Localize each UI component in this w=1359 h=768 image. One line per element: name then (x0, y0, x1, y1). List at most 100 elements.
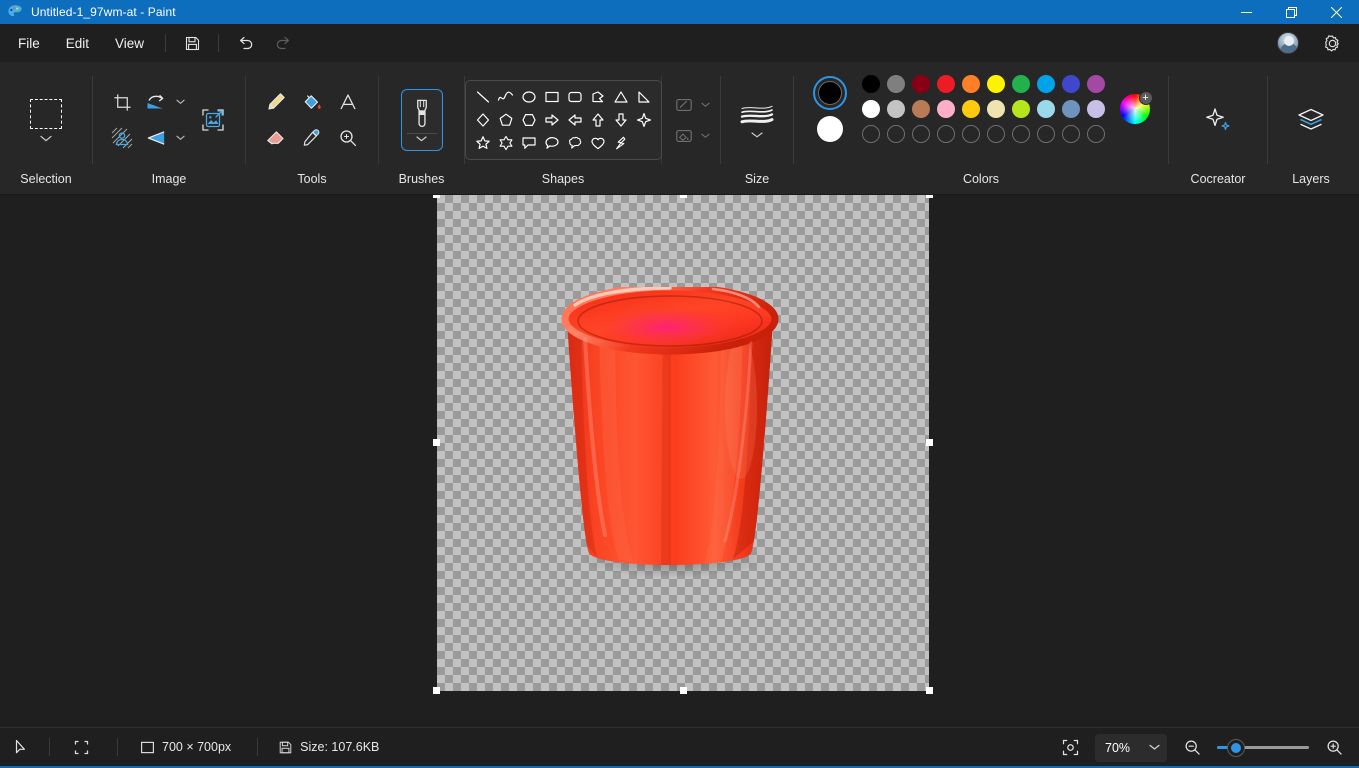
triangle-shape-button[interactable] (610, 86, 632, 108)
color-swatch-3-4[interactable] (934, 122, 958, 146)
edit-colors-button[interactable]: + (1120, 94, 1150, 124)
right-arrow-shape-button[interactable] (541, 109, 563, 131)
selection-handle-w[interactable] (433, 439, 440, 446)
layers-button[interactable] (1288, 97, 1334, 143)
zoom-slider[interactable] (1217, 739, 1309, 757)
magnifier-tool-button[interactable] (331, 121, 365, 155)
color-swatch-2-9[interactable] (1059, 97, 1083, 121)
fit-to-window-button[interactable] (1053, 733, 1087, 763)
color-picker-tool-button[interactable] (295, 121, 329, 155)
color-swatch-2-2[interactable] (884, 97, 908, 121)
color-swatch-3-6[interactable] (984, 122, 1008, 146)
color-swatch-2-4[interactable] (934, 97, 958, 121)
rotate-button[interactable] (139, 85, 173, 119)
pentagon-shape-button[interactable] (495, 109, 517, 131)
menu-file[interactable]: File (6, 28, 52, 58)
color-swatch-3-10[interactable] (1084, 122, 1108, 146)
up-arrow-shape-button[interactable] (587, 109, 609, 131)
text-tool-button[interactable] (331, 85, 365, 119)
color-swatch-3-8[interactable] (1034, 122, 1058, 146)
zoom-slider-thumb[interactable] (1228, 740, 1244, 756)
oval-shape-button[interactable] (518, 86, 540, 108)
six-point-star-shape-button[interactable] (495, 132, 517, 154)
cocreator-button[interactable] (1195, 97, 1241, 143)
close-button[interactable] (1314, 0, 1359, 24)
crop-button[interactable] (105, 85, 139, 119)
color-swatch-2-7[interactable] (1009, 97, 1033, 121)
secondary-color-button[interactable] (817, 116, 843, 142)
color-swatch-2-5[interactable] (959, 97, 983, 121)
settings-button[interactable] (1315, 28, 1349, 58)
color-swatch-2-1[interactable] (859, 97, 883, 121)
lightning-shape-button[interactable] (610, 132, 632, 154)
right-triangle-shape-button[interactable] (633, 86, 655, 108)
size-button[interactable] (739, 102, 775, 138)
down-arrow-shape-button[interactable] (610, 109, 632, 131)
zoom-in-button[interactable] (1317, 733, 1351, 763)
canvas-stage[interactable] (0, 195, 1359, 727)
color-swatch-3-1[interactable] (859, 122, 883, 146)
color-swatch-1-4[interactable] (934, 72, 958, 96)
hexagon-shape-button[interactable] (518, 109, 540, 131)
color-swatch-2-3[interactable] (909, 97, 933, 121)
color-swatch-1-1[interactable] (859, 72, 883, 96)
eraser-tool-button[interactable] (259, 121, 293, 155)
brushes-button[interactable] (401, 89, 443, 151)
color-swatch-1-3[interactable] (909, 72, 933, 96)
color-swatch-2-6[interactable] (984, 97, 1008, 121)
polygon-shape-button[interactable] (587, 86, 609, 108)
menu-view[interactable]: View (103, 28, 156, 58)
menu-edit[interactable]: Edit (54, 28, 101, 58)
five-point-star-shape-button[interactable] (472, 132, 494, 154)
oval-callout-shape-button[interactable] (541, 132, 563, 154)
color-swatch-1-7[interactable] (1009, 72, 1033, 96)
selection-handle-se[interactable] (926, 687, 933, 694)
zoom-out-button[interactable] (1175, 733, 1209, 763)
color-swatch-1-6[interactable] (984, 72, 1008, 96)
four-point-star-shape-button[interactable] (633, 109, 655, 131)
rectangle-shape-button[interactable] (541, 86, 563, 108)
flip-dropdown[interactable] (173, 128, 187, 148)
color-swatch-1-2[interactable] (884, 72, 908, 96)
selection-handle-nw[interactable] (433, 195, 440, 198)
selection-handle-n[interactable] (680, 195, 687, 198)
color-swatch-1-8[interactable] (1034, 72, 1058, 96)
rectangular-callout-shape-button[interactable] (518, 132, 540, 154)
color-swatch-3-2[interactable] (884, 122, 908, 146)
canvas-area[interactable] (437, 195, 929, 691)
remove-background-button[interactable] (105, 121, 139, 155)
color-swatch-3-7[interactable] (1009, 122, 1033, 146)
zoom-level-select[interactable]: 70% (1095, 734, 1167, 762)
minimize-button[interactable] (1224, 0, 1269, 24)
undo-button[interactable] (228, 28, 262, 58)
flip-button[interactable] (139, 121, 173, 155)
color-swatch-3-5[interactable] (959, 122, 983, 146)
rounded-rectangle-shape-button[interactable] (564, 86, 586, 108)
selection-handle-sw[interactable] (433, 687, 440, 694)
selection-handle-e[interactable] (926, 439, 933, 446)
rotate-dropdown[interactable] (173, 92, 187, 112)
curve-shape-button[interactable] (495, 86, 517, 108)
selection-tool-button[interactable] (17, 84, 75, 156)
primary-color-button[interactable] (813, 76, 847, 110)
color-swatch-3-9[interactable] (1059, 122, 1083, 146)
save-button[interactable] (175, 28, 209, 58)
color-swatch-1-10[interactable] (1084, 72, 1108, 96)
fill-tool-button[interactable] (295, 85, 329, 119)
color-swatch-2-8[interactable] (1034, 97, 1058, 121)
resize-image-button[interactable] (193, 100, 233, 140)
line-shape-button[interactable] (472, 86, 494, 108)
selection-handle-s[interactable] (680, 687, 687, 694)
color-swatch-3-3[interactable] (909, 122, 933, 146)
left-arrow-shape-button[interactable] (564, 109, 586, 131)
account-avatar[interactable] (1271, 28, 1305, 58)
cloud-callout-shape-button[interactable] (564, 132, 586, 154)
color-swatch-1-5[interactable] (959, 72, 983, 96)
restore-button[interactable] (1269, 0, 1314, 24)
color-swatch-1-9[interactable] (1059, 72, 1083, 96)
selection-handle-ne[interactable] (926, 195, 933, 198)
diamond-shape-button[interactable] (472, 109, 494, 131)
color-swatch-2-10[interactable] (1084, 97, 1108, 121)
heart-shape-button[interactable] (587, 132, 609, 154)
pencil-tool-button[interactable] (259, 85, 293, 119)
